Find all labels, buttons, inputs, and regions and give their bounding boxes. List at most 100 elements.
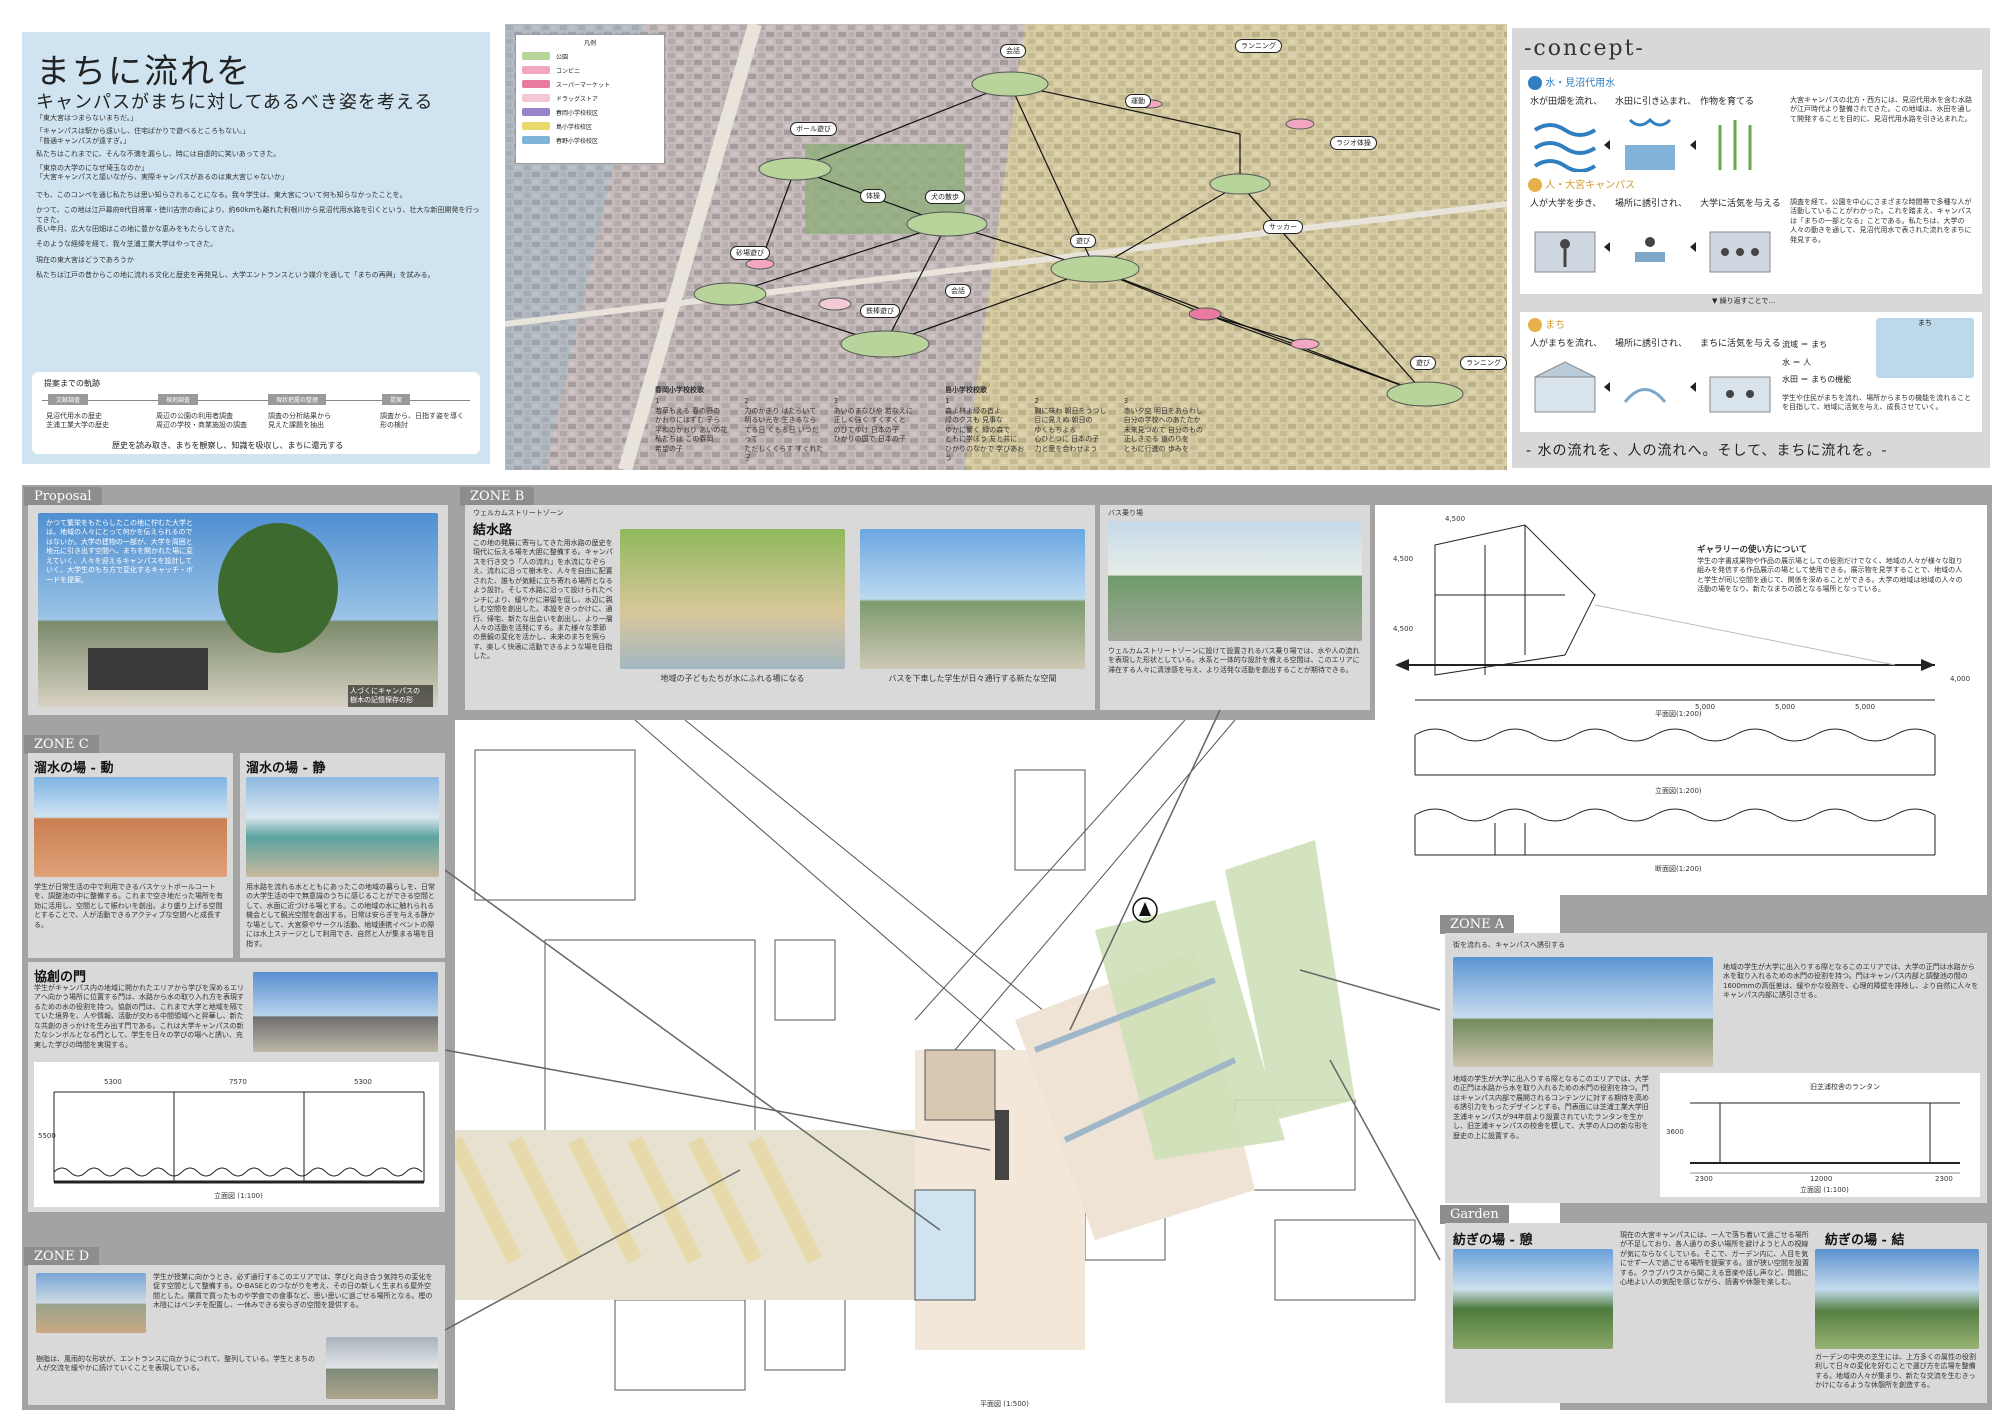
gallery-note: ギャラリーの使い方について 学生の字書成果物や作品の展示場としての役割だけでなく… xyxy=(1697,545,1963,594)
tab-zone-a: ZONE A xyxy=(1440,915,1515,934)
garden-panel: 紡ぎの場 - 憩 現在の大宮キャンパスには、一人で落ち着いて過ごせる場所が不足し… xyxy=(1445,1223,1987,1403)
gate-elevation-label: 立面図 (1:100) xyxy=(214,1192,263,1200)
site-plan-label: 平面図 (1:500) xyxy=(980,1400,1029,1408)
legend-title: 凡例 xyxy=(583,40,596,47)
zone-c-title-left: 溜水の場 - 動 xyxy=(34,761,114,776)
zone-d-render-1 xyxy=(36,1273,146,1333)
legend-item: 春野小学校校区 xyxy=(522,133,658,147)
process-caption: 歴史を読み取き、まちを観察し、知識を吸収し、まちに還元する xyxy=(112,441,344,450)
zone-a-text-1: 地域の学生が大学に出入りする際となるこのエリアでは、大学の正門は水路から水を取り… xyxy=(1723,963,1979,1000)
zone-a-text-2: 地域の学生が大学に出入りする際となるこのエリアでは、大学の正門は水路から水を取り… xyxy=(1453,1075,1649,1140)
zone-d-render-2 xyxy=(326,1337,438,1399)
process-steps: 文献調査 現地調査 現状把握の整理 提案 xyxy=(42,394,470,408)
legend-label: スーパーマーケット xyxy=(556,81,610,89)
zone-b-photo-1 xyxy=(620,529,845,669)
legend-swatch xyxy=(522,94,550,102)
process-note: 調査の分析結果から 見えた課題を抽出 xyxy=(268,412,331,430)
zone-a-dim: 2300 xyxy=(1695,1175,1713,1183)
equations: 流域 ＝ まち 水 ＝ 人 水田 ＝ まちの機能 xyxy=(1782,340,1852,385)
legend-swatch xyxy=(522,80,550,88)
garden-render-left xyxy=(1453,1249,1613,1349)
legend-item: ドラッグストア xyxy=(522,91,658,105)
activity-label: ランニング xyxy=(1235,39,1282,53)
legend-label: ドラッグストア xyxy=(556,95,599,103)
process-step: 現状把握の整理 xyxy=(268,394,327,405)
town-water-diagram: まち xyxy=(1876,318,1974,378)
zone-b-bus-panel: バス乗り場 ウェルカムストリートゾーンに設けて設置されるバス乗り場では、水や人の… xyxy=(1100,505,1370,710)
intro-text: 「東大宮はつまらないまちだ。」 「キャンパスは駅から遠いし、住宅ばかりで遊べると… xyxy=(36,114,480,280)
people-text: 調査を経て、公園を中心にさまざまな時間帯で多種な人が活動していることがわかった。… xyxy=(1790,198,1972,244)
tab-zone-d: ZONE D xyxy=(24,1247,100,1266)
activity-label: ラジオ体操 xyxy=(1330,136,1377,150)
activity-label: 犬の散歩 xyxy=(925,190,965,204)
legend-item: 春岡小学校校区 xyxy=(522,105,658,119)
people-dot-icon xyxy=(1528,178,1542,192)
concept-town-box: まち 人がまちを流れ、 場所に誘引され、 まちに活気を与える 流域 ＝ まち 水… xyxy=(1520,312,1982,432)
zone-c-title-right: 溜水の場 - 静 xyxy=(246,761,326,776)
legend-label: コンビニ xyxy=(556,67,581,75)
bridge-label: ▼ 繰り返すことで… xyxy=(1712,297,1776,305)
legend-label: 春野小学校校区 xyxy=(556,137,599,145)
legend-swatch xyxy=(522,66,550,74)
activity-label: 体操 xyxy=(860,189,886,203)
town-diagram xyxy=(1534,361,1771,413)
town-text: 学生や住民がまちを流れ、場所からまちの機能を流れることを目指して、地域に活気を与… xyxy=(1782,394,1972,412)
zone-b-photo-2 xyxy=(860,529,1085,669)
page-subtitle: キャンパスがまちに対してあるべき姿を考える xyxy=(36,92,434,113)
tab-garden: Garden xyxy=(1440,1205,1509,1224)
activity-label: 遊び xyxy=(1070,234,1096,248)
concept-people-box: 人・大宮キャンパス 人が大学を歩き、 場所に誘引され、 大学に活気を与える 調査… xyxy=(1520,172,1982,294)
activity-label: 会話 xyxy=(1000,44,1026,58)
zone-b-caption-1: 地域の子どもたちが水にふれる場になる xyxy=(660,674,805,683)
basketball-render xyxy=(34,777,227,877)
zone-c-right-panel: 溜水の場 - 静 用水路を流れる水とともにあったこの地域の暮らしを、日常の大学生… xyxy=(240,753,445,958)
zone-a-panel: 街を流れる、キャンパスへ誘引する 地域の学生が大学に出入りする際となるこのエリア… xyxy=(1445,933,1987,1203)
gallery-dim: 4,000 xyxy=(1950,675,1971,683)
zone-b-title: 結水路 xyxy=(473,523,513,538)
tree-image xyxy=(218,523,338,653)
gate-dim: 5300 xyxy=(104,1078,122,1086)
zone-b-subtitle: ウェルカムストリートゾーン xyxy=(473,509,564,517)
gate-title: 協創の門 xyxy=(34,970,87,985)
zone-a-render xyxy=(1453,957,1713,1067)
title-panel: まちに流れを キャンパスがまちに対してあるべき姿を考える 「東大宮はつまらないま… xyxy=(22,32,490,464)
school-song-2: 島小学校校歌 1 森よ林よ緑の首よ 緑のクスも 見事な ゆかに響く 緑の森で と… xyxy=(945,386,1203,463)
people-diagram xyxy=(1534,231,1771,273)
zone-c-left-panel: 溜水の場 - 動 学生が日常生活の中で利用できるバスケットボールコートを、調整池… xyxy=(28,753,233,958)
zone-c-text-right: 用水路を流れる水とともにあったこの地域の暮らしを、日常の大学生活の中で無意識のう… xyxy=(246,883,435,948)
zone-a-height: 3600 xyxy=(1666,1128,1684,1136)
zone-b-text: この地の発展に寄与してきた用水路の歴史を現代に伝える場を大胆に整備する。キャンパ… xyxy=(473,539,613,661)
activity-label: 砂場遊び xyxy=(730,246,770,260)
legend-item: 公園 xyxy=(522,49,658,63)
process-note: 調査から、日指す姿を導く 形の検討 xyxy=(380,412,464,430)
gate-dim: 5300 xyxy=(354,1078,372,1086)
proposal-render: かつて繁栄をもたらしたこの地に佇むた大学とは。地域の人々にとって何かを伝えられる… xyxy=(38,513,438,707)
lantern-label: 旧芝浦校舎のランタン xyxy=(1810,1083,1880,1091)
zone-b-panel: ウェルカムストリートゾーン 結水路 この地の発展に寄与してきた用水路の歴史を現代… xyxy=(465,505,1095,710)
gallery-dim: 5,000 xyxy=(1855,703,1876,711)
concept-title: -concept- xyxy=(1524,36,1645,61)
tab-proposal: Proposal xyxy=(24,487,102,506)
activity-label: 鉄棒遊び xyxy=(860,304,900,318)
zone-a-dim: 2300 xyxy=(1935,1175,1953,1183)
gallery-dim: 4,500 xyxy=(1393,555,1414,563)
gate-height: 5500 xyxy=(38,1132,56,1140)
activity-label: サッカー xyxy=(1263,220,1303,234)
activity-label: ランニング xyxy=(1460,356,1507,370)
building-image xyxy=(88,648,208,690)
proposal-caption: 人づくにキャンパスの 樹木の記憶保存の形 xyxy=(348,685,433,707)
garden-text-left: 現在の大宮キャンパスには、一人で落ち着いて過ごせる場所が不足しており、各人通りの… xyxy=(1620,1231,1809,1287)
activity-label: 会話 xyxy=(945,284,971,298)
town-heading: まち xyxy=(1528,316,1565,332)
gallery-dim: 4,500 xyxy=(1393,625,1414,633)
pond-render xyxy=(246,777,439,877)
site-plan-drawing xyxy=(455,720,1416,1391)
legend-label: 春岡小学校校区 xyxy=(556,109,599,117)
legend-label: 島小学校校区 xyxy=(556,123,593,131)
activity-label: ボール遊び xyxy=(790,122,837,136)
water-text: 大宮キャンパスの北方・西方には、見沼代用水を含む水路が江戸時代より整備されてきた… xyxy=(1790,96,1972,123)
zone-c-text-left: 学生が日常生活の中で利用できるバスケットボールコートを、調整池の中に整備する。こ… xyxy=(34,883,223,929)
gallery-dim: 5,000 xyxy=(1775,703,1796,711)
legend-swatch xyxy=(522,136,550,144)
process-note: 周辺の公園の利用者調査 周辺の学校・商業施設の調査 xyxy=(156,412,247,430)
